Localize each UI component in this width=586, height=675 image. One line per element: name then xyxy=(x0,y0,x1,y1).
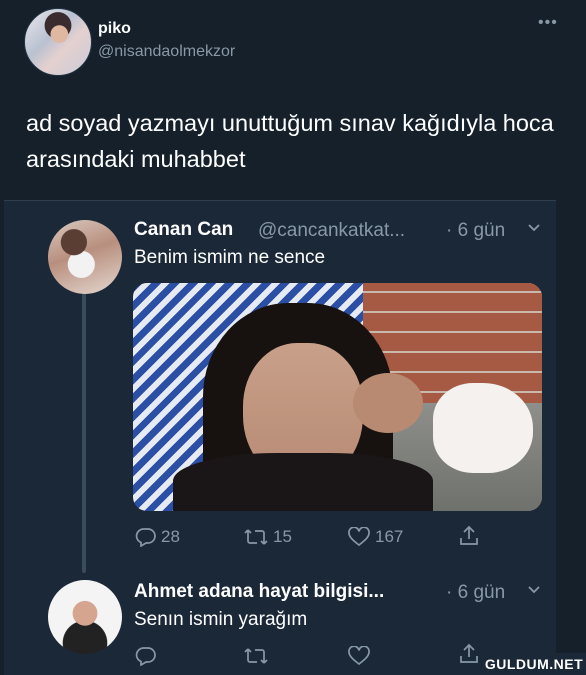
retweet-button[interactable]: 15 xyxy=(243,527,292,547)
reply-avatar[interactable] xyxy=(48,220,122,294)
share-icon xyxy=(458,642,480,666)
reply-icon xyxy=(135,646,157,666)
reply-text: Benim ismim ne sence xyxy=(134,247,326,268)
reply-text: Senın ismin yarağım xyxy=(134,609,308,630)
reply-author-name[interactable]: Canan Can xyxy=(134,219,233,241)
retweet-icon xyxy=(243,646,269,666)
tweet-text: ad soyad yazmayı unuttuğum sınav kağıdıy… xyxy=(26,110,554,172)
retweet-button[interactable] xyxy=(243,646,269,666)
share-button[interactable] xyxy=(458,642,480,666)
like-count: 167 xyxy=(375,527,404,546)
author-handle[interactable]: @nisandaolmekzor xyxy=(98,43,235,61)
heart-icon xyxy=(347,527,371,547)
like-button[interactable] xyxy=(347,646,371,666)
reply-author-handle[interactable]: @cancankatkat... xyxy=(258,220,405,242)
author-name[interactable]: piko xyxy=(98,20,131,38)
share-button[interactable] xyxy=(458,524,480,548)
reply-timestamp[interactable]: · 6 gün xyxy=(446,220,505,242)
tweet-photo[interactable] xyxy=(133,283,542,511)
reply-button[interactable] xyxy=(135,646,157,666)
reply-avatar[interactable] xyxy=(48,580,122,654)
like-button[interactable]: 167 xyxy=(347,527,403,547)
retweet-icon xyxy=(243,527,269,547)
ellipsis-icon[interactable]: ••• xyxy=(538,14,558,32)
reply-count: 28 xyxy=(161,527,180,546)
avatar[interactable] xyxy=(24,8,92,76)
reply-icon xyxy=(135,527,157,547)
retweet-count: 15 xyxy=(273,527,292,546)
thread-line xyxy=(82,293,86,573)
share-icon xyxy=(458,524,480,548)
reply-button[interactable]: 28 xyxy=(135,527,180,547)
chevron-down-icon[interactable] xyxy=(526,220,542,241)
reply-author-name[interactable]: Ahmet adana hayat bilgisi... xyxy=(134,581,384,603)
reply-timestamp[interactable]: · 6 gün xyxy=(446,582,505,604)
watermark: GULDUM.NET xyxy=(482,653,586,675)
chevron-down-icon[interactable] xyxy=(526,582,542,603)
heart-icon xyxy=(347,646,371,666)
